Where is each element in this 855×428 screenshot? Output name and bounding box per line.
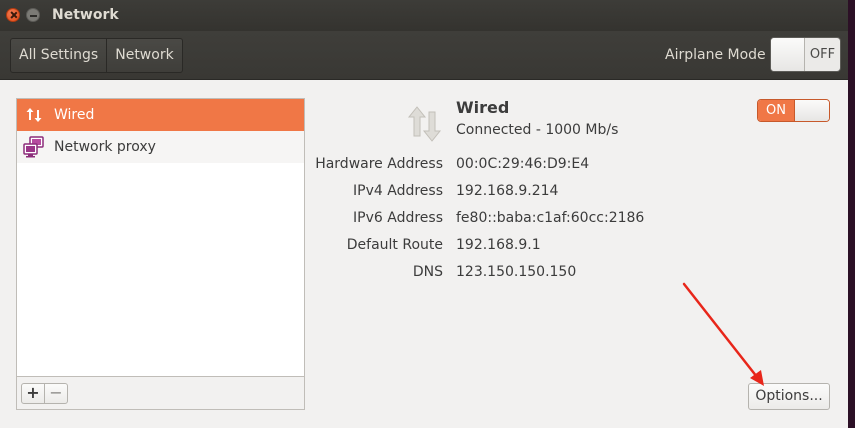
desktop-background: [848, 0, 855, 428]
remove-connection-button[interactable]: −: [44, 383, 68, 404]
minimize-window-button[interactable]: [26, 8, 40, 22]
wired-arrows-icon: [23, 104, 45, 126]
detail-value: 192.168.9.1: [456, 237, 541, 253]
detail-value: 00:0C:29:46:D9:E4: [456, 156, 590, 172]
switch-knob: [771, 38, 805, 71]
hardware-address-row: Hardware Address 00:0C:29:46:D9:E4: [0, 156, 848, 176]
airplane-mode-label: Airplane Mode: [665, 47, 766, 63]
options-button[interactable]: Options...: [748, 383, 830, 410]
header-bar: All Settings Network Airplane Mode: [0, 31, 848, 80]
breadcrumb: All Settings Network: [10, 38, 183, 73]
breadcrumb-network[interactable]: Network: [106, 39, 181, 72]
detail-label: Default Route: [346, 237, 443, 253]
ipv6-address-row: IPv6 Address fe80::baba:c1af:60cc:2186: [0, 210, 848, 230]
detail-label: Hardware Address: [315, 156, 443, 172]
detail-value: 123.150.150.150: [456, 264, 577, 280]
sidebar-item-wired[interactable]: Wired: [17, 99, 304, 131]
default-route-row: Default Route 192.168.9.1: [0, 237, 848, 257]
sidebar-item-label: Network proxy: [54, 139, 156, 155]
wired-connection-switch[interactable]: ON: [757, 99, 830, 122]
network-settings-window: Network All Settings Network Airplane Mo…: [0, 0, 848, 428]
detail-label: IPv4 Address: [353, 183, 443, 199]
sidebar-item-label: Wired: [54, 107, 95, 123]
wired-connection-icon: [406, 104, 444, 144]
airplane-mode-state: OFF: [809, 47, 836, 62]
breadcrumb-all-settings[interactable]: All Settings: [11, 39, 106, 72]
network-proxy-icon: [23, 136, 45, 158]
window-title: Network: [52, 7, 119, 23]
connection-status: Connected - 1000 Mb/s: [456, 122, 619, 138]
device-name: Wired: [456, 98, 510, 117]
airplane-mode-switch[interactable]: OFF: [770, 37, 841, 72]
ipv4-address-row: IPv4 Address 192.168.9.214: [0, 183, 848, 203]
title-bar: Network: [0, 0, 848, 31]
list-toolbar: + −: [17, 376, 304, 409]
wired-switch-state: ON: [758, 100, 794, 121]
detail-label: DNS: [412, 264, 443, 280]
add-connection-button[interactable]: +: [21, 383, 45, 404]
switch-knob: [794, 100, 829, 121]
detail-label: IPv6 Address: [353, 210, 443, 226]
dns-row: DNS 123.150.150.150: [0, 264, 848, 284]
detail-value: fe80::baba:c1af:60cc:2186: [456, 210, 645, 226]
close-window-button[interactable]: [6, 8, 20, 22]
detail-value: 192.168.9.214: [456, 183, 559, 199]
